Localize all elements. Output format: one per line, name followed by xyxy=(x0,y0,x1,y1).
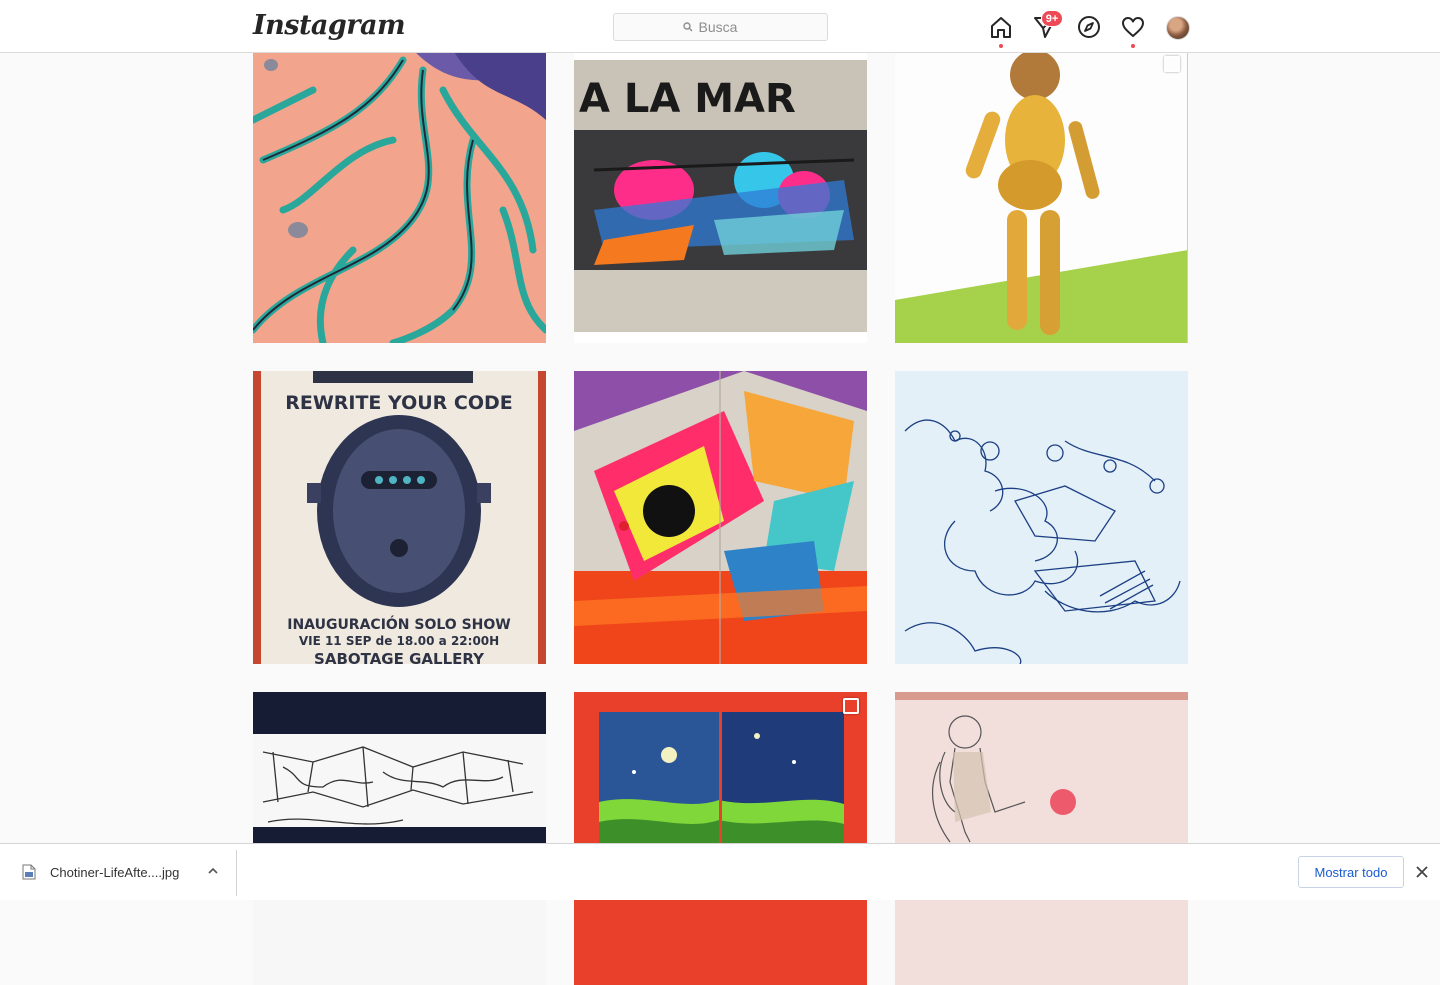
activity-active-dot xyxy=(1131,44,1135,48)
home-icon[interactable] xyxy=(988,14,1014,40)
poster-event-date: VIE 11 SEP de 18.00 a 22:00H xyxy=(299,634,499,648)
show-all-button[interactable]: Mostrar todo xyxy=(1298,856,1404,888)
download-bar: Chotiner-LifeAfte....jpg Mostrar todo xyxy=(0,843,1440,900)
graffiti-painted-text: A LA MAR xyxy=(579,76,796,122)
image-file-icon xyxy=(22,864,36,880)
post-thumbnail[interactable] xyxy=(574,371,867,664)
post-thumbnail[interactable]: A LA MAR xyxy=(574,50,867,343)
post-thumbnail[interactable] xyxy=(253,50,546,343)
post-thumbnail[interactable] xyxy=(253,692,546,985)
search-icon xyxy=(682,22,692,32)
multiple-photos-icon xyxy=(1164,56,1180,72)
poster-gallery-name: SABOTAGE GALLERY xyxy=(314,650,485,664)
post-thumbnail[interactable] xyxy=(895,50,1188,343)
poster-headline: REWRITE YOUR CODE xyxy=(285,392,513,414)
notification-badge: 9+ xyxy=(1041,10,1063,27)
search-input[interactable] xyxy=(698,19,759,35)
instagram-logo[interactable]: Instagram xyxy=(253,10,406,41)
chevron-up-icon[interactable] xyxy=(206,864,220,878)
download-filename: Chotiner-LifeAfte....jpg xyxy=(50,864,180,880)
home-active-dot xyxy=(999,44,1003,48)
close-icon[interactable] xyxy=(1414,864,1430,880)
poster-event-title: INAUGURACIÓN SOLO SHOW xyxy=(287,615,510,633)
post-thumbnail[interactable]: REWRITE YOUR CODE INAUGURACIÓN SOLO SHOW… xyxy=(253,371,546,664)
explore-compass-icon[interactable] xyxy=(1076,14,1102,40)
post-thumbnail[interactable] xyxy=(895,371,1188,664)
post-thumbnail[interactable] xyxy=(574,692,867,985)
multiple-photos-icon xyxy=(843,698,859,714)
profile-avatar[interactable] xyxy=(1166,16,1190,40)
post-thumbnail[interactable] xyxy=(895,692,1188,985)
top-navigation-bar: Instagram 9+ xyxy=(0,0,1440,53)
search-box[interactable] xyxy=(613,13,828,41)
activity-heart-icon[interactable] xyxy=(1120,14,1146,40)
divider xyxy=(236,850,237,896)
download-item[interactable]: Chotiner-LifeAfte....jpg xyxy=(16,844,236,900)
